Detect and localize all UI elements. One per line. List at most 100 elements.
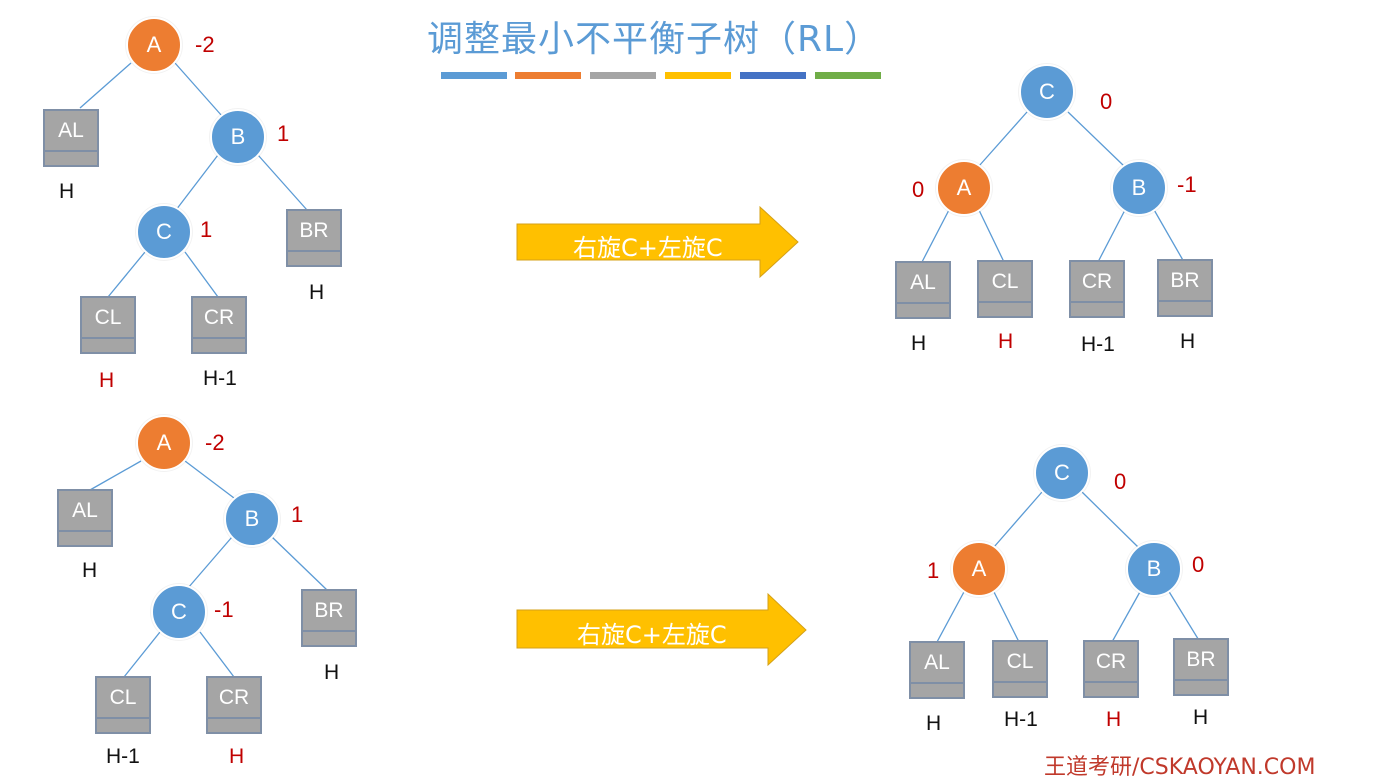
- edge-A-CL: [992, 589, 1020, 643]
- subtree-AL: AL: [895, 261, 951, 319]
- balance-C: 0: [1100, 89, 1113, 114]
- subtree-CL: CL: [80, 296, 136, 354]
- edge-A-AL: [79, 62, 132, 109]
- subtree-CL-bar: [82, 337, 134, 352]
- subtree-BR-label: BR: [1170, 269, 1200, 292]
- height-CR: H-1: [1081, 333, 1115, 356]
- height-CL: H: [99, 369, 115, 392]
- subtree-AL-label: AL: [910, 271, 936, 294]
- subtree-CL: CL: [992, 640, 1048, 698]
- edge-C-A: [993, 491, 1043, 548]
- edge-C-B: [1081, 491, 1139, 548]
- subtree-AL-bar: [897, 302, 949, 317]
- edge-B-CR: [1097, 207, 1127, 263]
- edge-B-BR: [271, 536, 328, 591]
- subtree-CL: CL: [977, 260, 1033, 318]
- color-bar-3: [590, 72, 656, 79]
- subtree-BR: BR: [286, 209, 342, 267]
- subtree-AL-bar: [911, 682, 963, 697]
- node-A: A: [126, 17, 182, 73]
- balance-A: -2: [195, 32, 215, 57]
- edge-C-CR: [184, 251, 219, 298]
- subtree-CR-bar: [193, 337, 245, 352]
- color-bar-1: [441, 72, 507, 79]
- arrow-top-label: 右旋C+左旋C: [573, 234, 723, 262]
- node-C: C: [136, 204, 192, 260]
- subtree-BR: BR: [1157, 259, 1213, 317]
- height-BR: H: [1193, 706, 1209, 729]
- edge-A-AL: [921, 207, 951, 263]
- subtree-CR: CR: [206, 676, 262, 734]
- subtree-CL-label: CL: [991, 270, 1019, 293]
- edge-A-B: [184, 460, 235, 499]
- node-B: B: [224, 491, 280, 547]
- subtree-AL: AL: [909, 641, 965, 699]
- subtree-CL-bar: [97, 717, 149, 732]
- height-BR: H: [309, 281, 325, 304]
- subtree-CL-label: CL: [94, 306, 122, 329]
- height-CL: H-1: [106, 745, 140, 768]
- height-AL: H: [82, 559, 98, 582]
- edge-B-C: [175, 154, 219, 211]
- subtree-AL-label: AL: [924, 651, 950, 674]
- node-B: B: [1126, 541, 1182, 597]
- edge-B-BR: [257, 154, 308, 211]
- edge-B-CR: [1111, 589, 1142, 643]
- edge-C-CL: [123, 631, 161, 678]
- node-A: A: [136, 415, 192, 471]
- subtree-CR-bar: [208, 717, 260, 732]
- subtree-AL-bar: [59, 530, 111, 545]
- height-CR: H: [1106, 708, 1122, 731]
- height-CL: H: [998, 330, 1014, 353]
- balance-B: 1: [277, 121, 290, 146]
- height-CR: H: [229, 745, 245, 768]
- color-bar-2: [515, 72, 581, 79]
- edge-A-AL: [89, 460, 142, 491]
- subtree-CR: CR: [1083, 640, 1139, 698]
- color-bar-5: [740, 72, 806, 79]
- subtree-CL: CL: [95, 676, 151, 734]
- edge-B-BR: [1152, 207, 1185, 263]
- edge-C-CR: [199, 631, 235, 678]
- subtree-BR-bar: [303, 630, 355, 645]
- color-bar-4: [665, 72, 731, 79]
- node-C: C: [1034, 445, 1090, 501]
- subtree-CR-label: CR: [1081, 270, 1113, 293]
- subtree-BR-label: BR: [1186, 648, 1216, 671]
- balance-A: 0: [912, 177, 925, 202]
- balance-B: 0: [1192, 552, 1205, 577]
- subtree-CL-label: CL: [1006, 650, 1034, 673]
- subtree-AL: AL: [57, 489, 113, 547]
- height-BR: H: [1180, 330, 1196, 353]
- subtree-CR-label: CR: [218, 686, 250, 709]
- balance-A: -2: [205, 430, 225, 455]
- node-C: C: [1019, 64, 1075, 120]
- subtree-BR-bar: [1159, 300, 1211, 315]
- color-bar-6: [815, 72, 881, 79]
- height-CL: H-1: [1004, 708, 1038, 731]
- subtree-BR-label: BR: [314, 599, 344, 622]
- subtree-CR-label: CR: [203, 306, 235, 329]
- node-B: B: [210, 109, 266, 165]
- subtree-CR-label: CR: [1095, 650, 1127, 673]
- arrow-bottom-label: 右旋C+左旋C: [577, 621, 727, 649]
- subtree-BR-bar: [288, 250, 340, 265]
- balance-C: -1: [214, 597, 234, 622]
- edge-B-BR: [1167, 589, 1201, 643]
- subtree-AL-label: AL: [58, 119, 84, 142]
- subtree-CR: CR: [1069, 260, 1125, 318]
- height-CR: H-1: [203, 367, 237, 390]
- subtree-BR: BR: [1173, 638, 1229, 696]
- edge-C-B: [1067, 111, 1125, 167]
- subtree-BR-label: BR: [299, 219, 329, 242]
- subtree-CL-label: CL: [109, 686, 137, 709]
- edge-C-A: [978, 111, 1028, 167]
- subtree-AL-bar: [45, 150, 97, 165]
- height-AL: H: [911, 332, 927, 355]
- balance-C: 0: [1114, 469, 1127, 494]
- subtree-BR-bar: [1175, 679, 1227, 694]
- node-B: B: [1111, 160, 1167, 216]
- node-A: A: [936, 160, 992, 216]
- subtree-AL-label: AL: [72, 499, 98, 522]
- subtree-CR: CR: [191, 296, 247, 354]
